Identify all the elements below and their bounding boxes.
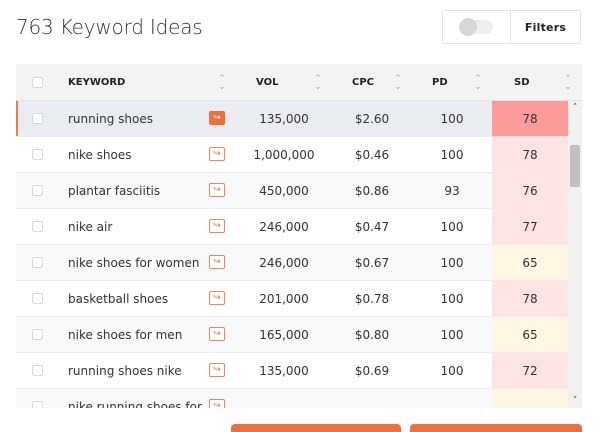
filters-button[interactable]: Filters — [511, 11, 580, 43]
arrow-right-icon[interactable]: ↪ — [209, 219, 225, 233]
cpc-cell: $0.67 — [354, 255, 390, 270]
keyword-cell[interactable]: nike air — [68, 209, 206, 244]
scrollbar[interactable]: ˄ ˅ — [568, 101, 582, 408]
keyword-cell[interactable]: nike shoes for men — [68, 317, 206, 352]
table-row[interactable]: nike running shoes for ↪ — [16, 389, 568, 408]
sort-icon[interactable]: ⌃ ⌄ — [216, 74, 228, 91]
vol-cell: 135,000 — [259, 111, 309, 126]
table-row[interactable]: nike shoes for men ↪ 165,000 $0.80 100 65 — [16, 317, 568, 353]
vol-cell: 135,000 — [259, 363, 309, 378]
cpc-cell: $0.46 — [354, 147, 390, 162]
pd-cell: 100 — [440, 363, 464, 378]
row-checkbox[interactable] — [32, 329, 43, 340]
row-checkbox[interactable] — [32, 185, 43, 196]
cpc-cell: $0.47 — [354, 219, 390, 234]
arrow-right-icon[interactable]: ↪ — [209, 291, 225, 305]
column-header-vol[interactable]: VOL ⌃ ⌄ — [236, 64, 332, 101]
filter-box: Filters — [442, 10, 581, 44]
keyword-cell[interactable]: running shoes nike — [68, 353, 206, 388]
sd-cell: 65 — [492, 317, 568, 352]
table-header: KEYWORD ⌃ ⌄ VOL ⌃ ⌄ CPC ⌃ ⌄ PD ⌃ ⌄ SD ⌃ ⌄ — [16, 64, 582, 101]
row-checkbox[interactable] — [32, 149, 43, 160]
toggle-track[interactable] — [459, 18, 493, 36]
keyword-cell[interactable]: running shoes — [68, 101, 206, 136]
sort-icon[interactable]: ⌃ ⌄ — [472, 74, 484, 91]
pd-cell: 100 — [440, 219, 464, 234]
vol-cell: 450,000 — [259, 183, 309, 198]
bottom-action-button-right[interactable] — [410, 424, 582, 432]
arrow-right-icon[interactable]: ↪ — [209, 147, 225, 161]
scrollbar-thumb[interactable] — [570, 145, 580, 187]
column-header-keyword[interactable]: KEYWORD ⌃ ⌄ — [68, 64, 236, 101]
sd-cell — [492, 389, 568, 408]
page-title: 763 Keyword Ideas — [16, 15, 203, 39]
row-checkbox[interactable] — [32, 401, 43, 408]
keyword-cell[interactable]: nike shoes for women — [68, 245, 206, 280]
pd-cell — [412, 389, 492, 408]
table-row[interactable]: nike shoes for women ↪ 246,000 $0.67 100 65 — [16, 245, 568, 281]
cpc-cell — [332, 389, 412, 408]
row-checkbox[interactable] — [32, 113, 43, 124]
vol-cell: 246,000 — [259, 255, 309, 270]
keyword-cell[interactable]: nike running shoes for — [68, 389, 206, 409]
pd-cell: 93 — [444, 183, 460, 198]
row-checkbox[interactable] — [32, 365, 43, 376]
table-row[interactable]: running shoes ↪ 135,000 $2.60 100 78 — [16, 101, 568, 137]
filter-toggle[interactable] — [443, 11, 511, 43]
pd-cell: 100 — [440, 147, 464, 162]
row-checkbox[interactable] — [32, 257, 43, 268]
column-header-cpc[interactable]: CPC ⌃ ⌄ — [332, 64, 412, 101]
keyword-table: KEYWORD ⌃ ⌄ VOL ⌃ ⌄ CPC ⌃ ⌄ PD ⌃ ⌄ SD ⌃ ⌄ run… — [16, 64, 582, 408]
cpc-cell: $2.60 — [354, 111, 390, 126]
pd-cell: 100 — [440, 327, 464, 342]
table-row[interactable]: basketball shoes ↪ 201,000 $0.78 100 78 — [16, 281, 568, 317]
vol-cell: 201,000 — [259, 291, 309, 306]
table-row[interactable]: nike air ↪ 246,000 $0.47 100 77 — [16, 209, 568, 245]
sd-cell: 78 — [492, 101, 568, 136]
sd-cell: 78 — [492, 137, 568, 172]
keyword-cell[interactable]: nike shoes — [68, 137, 206, 172]
sd-cell: 72 — [492, 353, 568, 388]
cpc-cell: $0.80 — [354, 327, 390, 342]
column-header-pd[interactable]: PD ⌃ ⌄ — [412, 64, 492, 101]
table-row[interactable]: plantar fasciitis ↪ 450,000 $0.86 93 76 — [16, 173, 568, 209]
vol-cell: 1,000,000 — [253, 147, 315, 162]
bottom-action-button-left[interactable] — [231, 424, 401, 432]
chevron-up-icon[interactable]: ˄ — [568, 101, 582, 115]
row-checkbox[interactable] — [32, 293, 43, 304]
vol-cell: 165,000 — [259, 327, 309, 342]
cpc-cell: $0.86 — [354, 183, 390, 198]
arrow-right-icon[interactable]: ↪ — [209, 327, 225, 341]
table-row[interactable]: nike shoes ↪ 1,000,000 $0.46 100 78 — [16, 137, 568, 173]
chevron-down-icon[interactable]: ˅ — [568, 394, 582, 408]
arrow-right-icon[interactable]: ↪ — [209, 255, 225, 269]
keyword-cell[interactable]: plantar fasciitis — [68, 173, 206, 208]
vol-cell: 246,000 — [259, 219, 309, 234]
select-all-checkbox[interactable] — [32, 77, 43, 88]
sd-cell: 77 — [492, 209, 568, 244]
arrow-right-icon[interactable]: ↪ — [209, 183, 225, 197]
cpc-cell: $0.78 — [354, 291, 390, 306]
toggle-knob[interactable] — [459, 18, 477, 36]
vol-cell — [236, 389, 332, 408]
arrow-right-icon[interactable]: ↪ — [209, 363, 225, 377]
keyword-cell[interactable]: basketball shoes — [68, 281, 206, 316]
sd-cell: 65 — [492, 245, 568, 280]
row-checkbox[interactable] — [32, 221, 43, 232]
arrow-right-icon[interactable]: ↪ — [209, 111, 225, 125]
column-header-sd[interactable]: SD ⌃ ⌄ — [492, 64, 582, 101]
pd-cell: 100 — [440, 291, 464, 306]
table-row[interactable]: running shoes nike ↪ 135,000 $0.69 100 72 — [16, 353, 568, 389]
arrow-right-icon[interactable]: ↪ — [209, 399, 225, 408]
cpc-cell: $0.69 — [354, 363, 390, 378]
pd-cell: 100 — [440, 111, 464, 126]
sort-icon[interactable]: ⌃ ⌄ — [312, 74, 324, 91]
sd-cell: 76 — [492, 173, 568, 208]
sort-icon[interactable]: ⌃ ⌄ — [392, 74, 404, 91]
pd-cell: 100 — [440, 255, 464, 270]
sd-cell: 78 — [492, 281, 568, 316]
sort-icon[interactable]: ⌃ ⌄ — [562, 74, 574, 91]
